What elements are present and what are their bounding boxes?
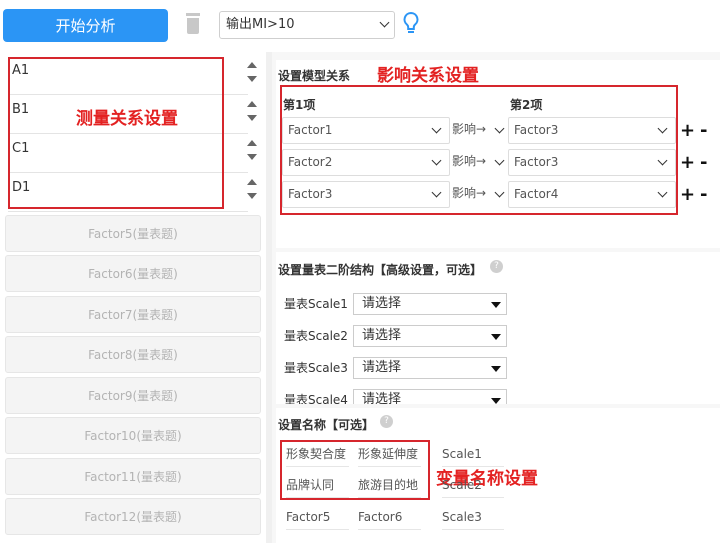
from-value: Factor1 (288, 123, 333, 137)
from-select[interactable]: Factor3 (282, 181, 450, 208)
spinner[interactable] (246, 175, 258, 205)
name-input[interactable]: Scale1 (442, 443, 504, 467)
chevron-down-icon (431, 155, 442, 166)
scale-label: 量表Scale3 (284, 361, 348, 375)
help-icon[interactable]: ? (380, 415, 393, 428)
spinner-up-icon[interactable] (247, 62, 257, 68)
chevron-down-icon (431, 123, 442, 134)
dropdown-arrow-icon (491, 302, 501, 308)
output-select[interactable]: 输出MI>10 (219, 11, 395, 39)
from-select[interactable]: Factor1 (282, 117, 450, 144)
factor-item[interactable]: Factor5(量表题) (5, 215, 261, 252)
factor-item[interactable]: Factor12(量表题) (5, 498, 261, 535)
lightbulb-icon[interactable] (402, 11, 420, 37)
spinner-down-icon[interactable] (247, 76, 257, 82)
chevron-down-icon (494, 187, 505, 198)
spinner-down-icon[interactable] (247, 154, 257, 160)
factor-item[interactable]: Factor11(量表题) (5, 458, 261, 495)
to-select[interactable]: Factor3 (508, 117, 676, 144)
remove-row-button[interactable]: - (700, 152, 707, 173)
spinner-down-icon[interactable] (247, 115, 257, 121)
spinner-up-icon[interactable] (247, 140, 257, 146)
to-select[interactable]: Factor4 (508, 181, 676, 208)
scale-label: 量表Scale4 (284, 393, 348, 404)
dropdown-arrow-icon (491, 334, 501, 340)
relation-value: 影响→ (452, 154, 487, 168)
trash-icon[interactable] (185, 13, 201, 35)
factor-item[interactable]: Factor7(量表题) (5, 296, 261, 333)
help-icon[interactable]: ? (490, 260, 503, 273)
chevron-down-icon (431, 187, 442, 198)
spinner[interactable] (246, 58, 258, 88)
scale-label: 量表Scale1 (284, 297, 348, 311)
name-input[interactable]: 旅游目的地 (358, 474, 421, 498)
add-row-button[interactable]: + (680, 152, 695, 173)
to-select[interactable]: Factor3 (508, 149, 676, 176)
factor-item[interactable]: Factor6(量表题) (5, 255, 261, 292)
dropdown-arrow-icon (491, 398, 501, 404)
spinner-down-icon[interactable] (247, 193, 257, 199)
start-analysis-button[interactable]: 开始分析 (3, 9, 168, 42)
chevron-down-icon (379, 17, 390, 28)
name-input[interactable]: 品牌认同 (286, 474, 349, 498)
factor-item[interactable]: Factor8(量表题) (5, 336, 261, 373)
relation-value: 影响→ (452, 186, 487, 200)
chevron-down-icon (657, 123, 668, 134)
scale-select[interactable]: 请选择 (353, 389, 507, 404)
chevron-down-icon (494, 155, 505, 166)
spinner-up-icon[interactable] (247, 101, 257, 107)
spinner[interactable] (246, 136, 258, 166)
output-select-value: 输出MI>10 (226, 17, 295, 32)
factor-item[interactable]: Factor10(量表题) (5, 417, 261, 454)
from-select[interactable]: Factor2 (282, 149, 450, 176)
toolbar: 开始分析 输出MI>10 (0, 0, 720, 52)
to-value: Factor3 (514, 123, 559, 137)
column-2-header: 第2项 (510, 98, 543, 112)
model-title: 设置模型关系 (278, 69, 351, 83)
second-order-list: 量表Scale1 请选择 量表Scale2 请选择 量表Scale3 请选择 量… (276, 290, 720, 404)
spinner[interactable] (246, 97, 258, 127)
name-input[interactable]: 形象延伸度 (358, 443, 421, 467)
scale-select[interactable]: 请选择 (353, 325, 507, 347)
second-order-title: 设置量表二阶结构【高级设置，可选】 (278, 263, 483, 277)
model-annotation: 影响关系设置 (377, 66, 479, 86)
chevron-down-icon (494, 123, 505, 134)
name-input[interactable]: Factor5 (286, 506, 349, 530)
scale-select-value: 请选择 (362, 296, 402, 311)
remove-row-button[interactable]: - (700, 184, 707, 205)
add-row-button[interactable]: + (680, 120, 695, 141)
dropdown-arrow-icon (491, 366, 501, 372)
scale-select-value: 请选择 (362, 360, 402, 375)
scale-label: 量表Scale2 (284, 329, 348, 343)
chevron-down-icon (657, 187, 668, 198)
relation-select[interactable]: 影响→ (450, 117, 508, 144)
variable-panel: A1 B1 C1 D1 测量关系设置 Factor5(量表题) Factor6(… (0, 52, 268, 543)
scale-select[interactable]: 请选择 (353, 293, 507, 315)
scale-select-value: 请选择 (362, 392, 402, 404)
measurement-annotation: 测量关系设置 (76, 109, 178, 129)
from-value: Factor3 (288, 187, 333, 201)
remove-row-button[interactable]: - (700, 120, 707, 141)
column-1-header: 第1项 (283, 98, 316, 112)
to-value: Factor3 (514, 155, 559, 169)
from-value: Factor2 (288, 155, 333, 169)
factor-item[interactable]: Factor9(量表题) (5, 377, 261, 414)
scale-select-value: 请选择 (362, 328, 402, 343)
naming-title: 设置名称【可选】 (278, 418, 375, 432)
relation-select[interactable]: 影响→ (450, 149, 508, 176)
name-input[interactable]: Scale2 (442, 474, 504, 498)
name-input[interactable]: Scale3 (442, 506, 504, 530)
to-value: Factor4 (514, 187, 559, 201)
add-row-button[interactable]: + (680, 184, 695, 205)
spinner-up-icon[interactable] (247, 179, 257, 185)
name-input[interactable]: Factor6 (358, 506, 421, 530)
relation-select[interactable]: 影响→ (450, 181, 508, 208)
measurement-highlight (8, 57, 224, 209)
name-input[interactable]: 形象契合度 (286, 443, 349, 467)
chevron-down-icon (657, 155, 668, 166)
scale-select[interactable]: 请选择 (353, 357, 507, 379)
relation-value: 影响→ (452, 122, 487, 136)
